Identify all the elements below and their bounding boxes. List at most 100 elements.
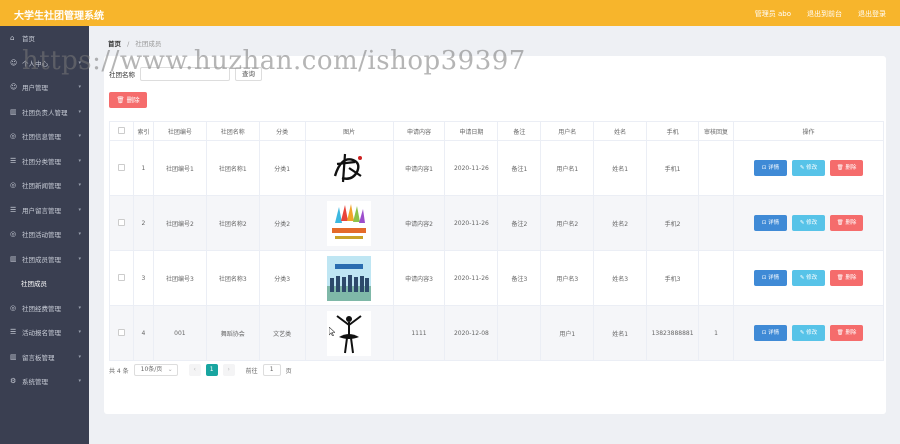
sidebar-item-6[interactable]: ◎ 社团新闻管理 ▾ xyxy=(0,173,89,198)
breadcrumb-home[interactable]: 首页 xyxy=(108,40,121,48)
chevron-down-icon: ▾ xyxy=(78,255,81,262)
select-all-checkbox[interactable] xyxy=(109,121,134,141)
current-user: 管理员 abo xyxy=(754,10,791,18)
circle-icon: ◎ xyxy=(10,132,17,141)
cell-index: 4 xyxy=(132,305,154,361)
batch-delete-button[interactable]: 🗑 删除 xyxy=(109,92,147,108)
actions-cell: ⊡ 详情 ✎ 修改 🗑 删除 xyxy=(733,195,884,251)
goto-page-input[interactable]: 1 xyxy=(262,364,281,376)
chart-icon: ▥ xyxy=(10,254,17,263)
cell-name: 社团名称2 xyxy=(205,195,260,251)
cell-category: 分类1 xyxy=(258,140,306,196)
chevron-down-icon: ⌄ xyxy=(167,366,173,373)
next-page-button[interactable]: › xyxy=(222,364,235,376)
back-to-front-link[interactable]: 退出到前台 xyxy=(807,9,842,19)
cell-index: 1 xyxy=(132,140,154,196)
logout-link[interactable]: 退出登录 xyxy=(858,9,886,19)
sidebar-item-label: 社团成员 xyxy=(21,280,47,289)
row-checkbox-cell[interactable] xyxy=(109,140,134,196)
chevron-down-icon: ▾ xyxy=(78,304,81,311)
sidebar-item-label: 活动报名管理 xyxy=(22,329,61,338)
page-1-button[interactable]: 1 xyxy=(205,364,218,376)
page-size-select[interactable]: 10条/页 ⌄ xyxy=(133,364,178,376)
sidebar-item-label: 系统管理 xyxy=(22,378,48,387)
sidebar-item-2[interactable]: ☺ 用户管理 ▾ xyxy=(0,75,89,100)
search-input[interactable] xyxy=(140,67,230,81)
cell-name: 舞蹈协会 xyxy=(205,305,260,361)
cell-username: 用户名1 xyxy=(540,140,595,196)
delete-button[interactable]: 🗑 删除 xyxy=(830,215,863,231)
sidebar-item-7[interactable]: ☰ 用户留言管理 ▾ xyxy=(0,198,89,223)
column-header: 申请日期 xyxy=(444,121,499,141)
detail-button[interactable]: ⊡ 详情 xyxy=(754,270,787,286)
sidebar-item-10[interactable]: 社团成员 xyxy=(0,271,89,296)
checkbox[interactable] xyxy=(117,328,125,336)
cell-phone: 13823888881 xyxy=(646,305,700,361)
detail-button[interactable]: ⊡ 详情 xyxy=(754,325,787,341)
delete-button[interactable]: 🗑 删除 xyxy=(830,270,863,286)
table-row: 1 社团编号1 社团名称1 分类1 申请内容1 2020-11-26 备注1 用户名1 姓名1 手… xyxy=(109,140,884,196)
detail-button[interactable]: ⊡ 详情 xyxy=(754,215,787,231)
image-cell xyxy=(304,305,394,361)
row-checkbox-cell[interactable] xyxy=(109,250,134,306)
search-bar: 社团名称 查询 xyxy=(109,67,262,81)
gear-icon: ⚙ xyxy=(10,377,17,386)
cell-reply: 1 xyxy=(698,305,735,361)
cell-phone: 手机3 xyxy=(646,250,700,306)
delete-button[interactable]: 🗑 删除 xyxy=(830,325,863,341)
sidebar-item-label: 用户留言管理 xyxy=(22,206,61,215)
sidebar-item-label: 社团成员管理 xyxy=(22,255,61,264)
sidebar-item-5[interactable]: ☰ 社团分类管理 ▾ xyxy=(0,149,89,174)
edit-button[interactable]: ✎ 修改 xyxy=(792,325,825,341)
sidebar-item-3[interactable]: ▥ 社团负责人管理 ▾ xyxy=(0,100,89,125)
cell-username: 用户名3 xyxy=(540,250,595,306)
cell-name: 社团名称1 xyxy=(205,140,260,196)
checkbox[interactable] xyxy=(117,218,125,226)
cell-realname: 姓名1 xyxy=(593,305,648,361)
edit-button[interactable]: ✎ 修改 xyxy=(792,270,825,286)
cell-date: 2020-11-26 xyxy=(444,250,499,306)
cell-date: 2020-11-26 xyxy=(444,195,499,251)
list-icon: ☰ xyxy=(10,156,17,165)
image-cell xyxy=(304,140,394,196)
checkbox[interactable] xyxy=(117,163,125,171)
checkbox[interactable] xyxy=(117,273,125,281)
row-checkbox-cell[interactable] xyxy=(109,305,134,361)
detail-button[interactable]: ⊡ 详情 xyxy=(754,160,787,176)
user-icon: ☺ xyxy=(10,58,18,67)
edit-button[interactable]: ✎ 修改 xyxy=(792,215,825,231)
chevron-down-icon: ▾ xyxy=(78,133,81,140)
breadcrumb: 首页 / 社团成员 xyxy=(108,38,161,48)
sidebar-item-0[interactable]: ⌂ 首页 xyxy=(0,26,89,51)
checkbox[interactable] xyxy=(117,126,125,134)
delete-button[interactable]: 🗑 删除 xyxy=(830,160,863,176)
sidebar-item-4[interactable]: ◎ 社团信息管理 ▾ xyxy=(0,124,89,149)
row-checkbox-cell[interactable] xyxy=(109,195,134,251)
sidebar-item-label: 社团新闻管理 xyxy=(22,182,61,191)
search-label: 社团名称 xyxy=(109,71,135,79)
cell-note: 备注1 xyxy=(497,140,542,196)
prev-page-button[interactable]: ‹ xyxy=(188,364,201,376)
edit-button[interactable]: ✎ 修改 xyxy=(792,160,825,176)
cell-date: 2020-12-08 xyxy=(444,305,499,361)
sidebar-item-label: 用户管理 xyxy=(22,84,48,93)
sidebar-item-1[interactable]: ☺ 个人中心 ▾ xyxy=(0,51,89,76)
sidebar-item-11[interactable]: ◎ 社团经费管理 ▾ xyxy=(0,296,89,321)
cell-username: 用户名2 xyxy=(540,195,595,251)
sidebar-item-13[interactable]: ▥ 留言板管理 ▾ xyxy=(0,345,89,370)
column-header: 用户名 xyxy=(540,121,595,141)
chevron-down-icon: ▾ xyxy=(78,206,81,213)
sidebar-item-14[interactable]: ⚙ 系统管理 ▾ xyxy=(0,369,89,394)
cell-content: 申请内容3 xyxy=(392,250,446,306)
list-icon: ☰ xyxy=(10,205,17,214)
chart-icon: ▥ xyxy=(10,107,17,116)
sidebar-item-label: 社团分类管理 xyxy=(22,157,61,166)
mouse-cursor-icon xyxy=(329,327,335,336)
sidebar-item-9[interactable]: ▥ 社团成员管理 ▾ xyxy=(0,247,89,272)
sidebar-item-label: 社团经费管理 xyxy=(22,304,61,313)
search-button[interactable]: 查询 xyxy=(235,67,262,81)
sidebar-item-12[interactable]: ☰ 活动报名管理 ▾ xyxy=(0,320,89,345)
cell-phone: 手机2 xyxy=(646,195,700,251)
sidebar-item-label: 留言板管理 xyxy=(22,353,55,362)
sidebar-item-8[interactable]: ◎ 社团活动管理 ▾ xyxy=(0,222,89,247)
